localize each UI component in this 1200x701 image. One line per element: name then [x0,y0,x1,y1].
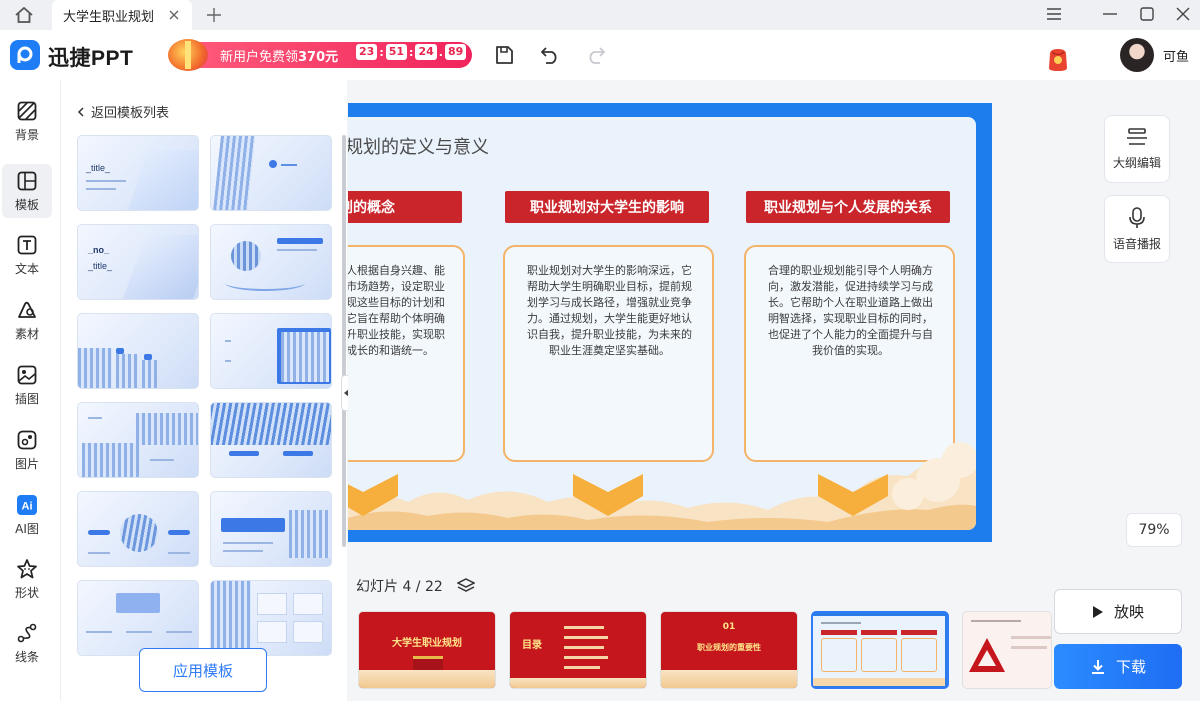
minimize-icon[interactable] [1097,2,1123,26]
slide-thumbnail[interactable] [962,611,1052,689]
play-icon [1092,605,1103,618]
illustration-icon [16,364,38,386]
gift-icon [168,39,208,71]
template-icon [16,170,38,192]
template-thumb[interactable]: _no_ _title_ [77,224,199,300]
slide-thumbnail[interactable]: 目录 [509,611,647,689]
shape-icon [16,558,38,580]
tool-background[interactable]: 背景 [2,94,52,148]
add-tab-icon[interactable] [204,5,224,25]
column-header[interactable]: 职业规划与个人发展的关系 [746,191,950,223]
template-thumb[interactable] [210,135,332,211]
apply-template-button[interactable]: 应用模板 [139,648,267,692]
slide-thumbnail[interactable]: 01 职业规划的重要性 [660,611,798,689]
slide-canvas: 规划的定义与意义 规划的概念 职业规划对大学生的影响 职业规划与个人发展的关系 … [348,80,1200,570]
maximize-icon[interactable] [1134,2,1160,26]
app-name: 迅捷PPT [48,47,134,70]
background-icon [16,100,38,122]
download-button[interactable]: 下载 [1054,644,1182,689]
menu-icon[interactable] [1041,2,1067,26]
template-thumb[interactable] [210,402,332,478]
close-window-icon[interactable] [1170,2,1196,26]
tab-document[interactable]: 大学生职业规划 [52,0,192,30]
red-envelope-icon[interactable] [1046,46,1070,72]
layers-icon[interactable] [456,578,475,594]
template-thumb[interactable] [210,491,332,567]
app-logo-icon [10,40,40,70]
promo-countdown: 23: 51: 24. 89 [356,44,467,60]
promo-banner[interactable]: 新用户免费领370元 23: 51: 24. 89 [168,39,472,71]
template-thumb[interactable] [210,313,332,389]
outline-icon [1127,127,1147,145]
close-icon[interactable] [166,7,182,23]
slide-thumbnail[interactable]: 大学生职业规划 [358,611,496,689]
ai-image-icon: Ai [16,494,38,516]
play-slideshow-button[interactable]: 放映 [1054,589,1182,634]
template-thumb[interactable] [210,224,332,300]
template-thumb[interactable]: _title_ [77,135,199,211]
tool-illustration[interactable]: 插图 [2,358,52,412]
template-panel: 返回模板列表 _title_ _no_ _title_ 应用模板 [60,80,347,701]
slide-counter: 幻灯片 4 / 22 [356,576,475,596]
template-thumb[interactable] [210,580,332,656]
chevron-down-icon [348,474,398,516]
tab-bar: 大学生职业规划 [0,0,1200,30]
line-icon [16,622,38,644]
material-icon [16,299,38,321]
app-header: 迅捷PPT 新用户免费领370元 23: 51: 24. 89 可鱼 [0,30,1200,80]
promo-text: 新用户免费领370元 [220,50,339,65]
voice-broadcast-button[interactable]: 语音播报 [1104,195,1170,263]
template-thumb[interactable] [77,402,199,478]
chevron-down-icon [818,474,888,516]
zoom-level[interactable]: 79% [1126,513,1182,547]
undo-icon[interactable] [538,43,562,67]
column-header[interactable]: 职业规划对大学生的影响 [505,191,709,223]
slide-thumbnail-selected[interactable] [811,611,949,689]
slide-title[interactable]: 规划的定义与意义 [348,133,489,159]
avatar[interactable] [1120,38,1154,72]
tool-sidebar: 背景 模板 文本 素材 插图 图片 Ai AI图 形状 线条 [0,80,60,701]
save-icon[interactable] [492,43,516,67]
tool-line[interactable]: 线条 [2,616,52,670]
download-icon [1091,659,1104,674]
svg-text:Ai: Ai [22,500,33,512]
tool-ai-image[interactable]: Ai AI图 [2,488,52,542]
outline-edit-button[interactable]: 大纲编辑 [1104,115,1170,183]
text-icon [16,234,38,256]
tool-image[interactable]: 图片 [2,423,52,477]
template-thumb[interactable] [77,580,199,656]
template-thumb[interactable] [77,491,199,567]
panel-scrollbar[interactable] [342,135,346,547]
back-to-template-list[interactable]: 返回模板列表 [77,102,169,121]
tool-template[interactable]: 模板 [2,164,52,218]
template-thumb[interactable] [77,313,199,389]
user-name[interactable]: 可鱼 [1163,46,1189,65]
current-slide[interactable]: 规划的定义与意义 规划的概念 职业规划对大学生的影响 职业规划与个人发展的关系 … [348,103,992,542]
column-header[interactable]: 规划的概念 [348,191,462,223]
chevron-left-icon [77,106,84,117]
chevron-down-icon [573,474,643,516]
tool-material[interactable]: 素材 [2,293,52,347]
redo-icon[interactable] [584,43,608,67]
tool-text[interactable]: 文本 [2,228,52,282]
home-icon[interactable] [12,4,36,26]
microphone-icon [1129,206,1145,228]
tool-shape[interactable]: 形状 [2,552,52,606]
tab-document-title: 大学生职业规划 [63,9,155,25]
image-icon [16,429,38,451]
